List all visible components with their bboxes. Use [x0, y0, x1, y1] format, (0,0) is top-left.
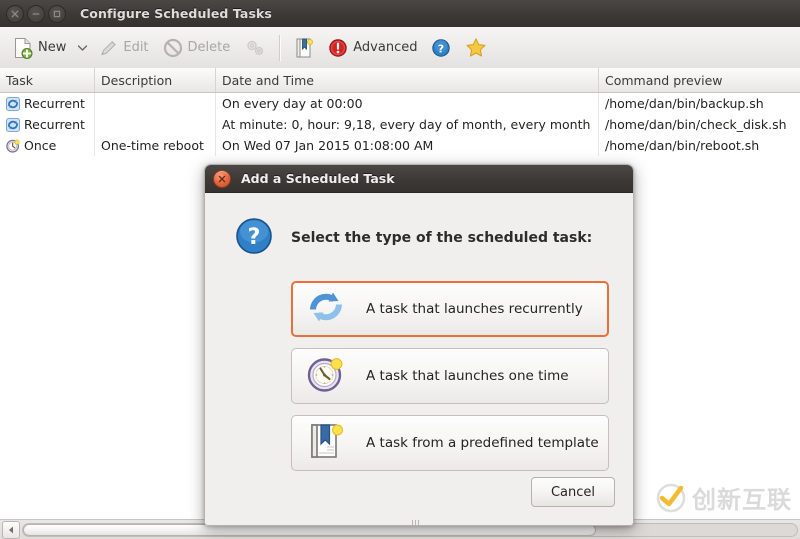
- close-icon: [218, 175, 226, 182]
- delete-task-label: Delete: [187, 40, 231, 55]
- dialog-prompt-row: ? Select the type of the scheduled task:: [205, 193, 633, 259]
- alert-circle-icon: [328, 38, 348, 58]
- recurrent-icon: [6, 96, 20, 111]
- cell-task-label: Recurrent: [24, 96, 85, 111]
- cell-description: One-time reboot: [95, 135, 216, 156]
- toolbar-separator: [279, 34, 282, 61]
- settings-gears-button[interactable]: [237, 31, 273, 65]
- svg-text:?: ?: [248, 225, 261, 250]
- column-header-description[interactable]: Description: [95, 68, 216, 92]
- cell-task-label: Recurrent: [24, 117, 85, 132]
- maximize-window-button[interactable]: [48, 4, 66, 23]
- new-task-button[interactable]: New: [6, 31, 73, 65]
- favorite-button[interactable]: [458, 31, 494, 65]
- dialog-prompt-text: Select the type of the scheduled task:: [291, 230, 593, 246]
- delete-task-button[interactable]: Delete: [156, 31, 238, 65]
- application-window: Configure Scheduled Tasks New Edit Delet…: [0, 0, 800, 539]
- close-icon: [11, 10, 19, 17]
- pencil-icon: [98, 38, 118, 58]
- column-header-datetime[interactable]: Date and Time: [216, 68, 599, 92]
- chevron-down-icon: [77, 44, 87, 51]
- cell-command: /home/dan/bin/check_disk.sh: [605, 117, 787, 132]
- help-button[interactable]: ?: [424, 31, 458, 65]
- column-header-command[interactable]: Command preview: [599, 68, 800, 92]
- option-recurrent-task[interactable]: A task that launches recurrently: [291, 281, 609, 337]
- edit-task-label: Edit: [123, 40, 149, 55]
- green-plus-badge: [21, 47, 33, 59]
- bookmark-template-icon: [294, 37, 314, 59]
- dialog-body: ? Select the type of the scheduled task:: [205, 193, 633, 525]
- cell-datetime: On Wed 07 Jan 2015 01:08:00 AM: [216, 135, 599, 156]
- once-clock-icon: [6, 139, 20, 153]
- svg-text:?: ?: [438, 42, 444, 55]
- cell-description: [95, 93, 216, 114]
- template-bookmark-icon: [306, 421, 346, 465]
- recurrent-arrows-icon: [306, 287, 346, 331]
- new-task-dropdown-button[interactable]: [73, 31, 91, 65]
- option-template-label: A task from a predefined template: [366, 435, 599, 451]
- table-header-row: Task Description Date and Time Command p…: [0, 68, 800, 93]
- question-circle-icon: ?: [235, 217, 273, 259]
- cell-datetime: On every day at 00:00: [216, 93, 599, 114]
- cell-task: Recurrent: [0, 93, 95, 114]
- window-titlebar: Configure Scheduled Tasks: [0, 0, 800, 28]
- new-document-icon: [13, 37, 33, 59]
- recurrent-icon: [6, 117, 20, 132]
- cell-datetime: At minute: 0, hour: 9,18, every day of m…: [216, 114, 599, 135]
- maximize-icon: [53, 10, 61, 17]
- table-row[interactable]: Recurrent On every day at 00:00 /home/da…: [0, 93, 800, 114]
- template-button[interactable]: [287, 31, 321, 65]
- help-circle-icon: ?: [431, 38, 451, 58]
- edit-task-button[interactable]: Edit: [91, 31, 155, 65]
- option-one-time-task[interactable]: A task that launches one time: [291, 348, 609, 404]
- dialog-titlebar: Add a Scheduled Task: [205, 165, 633, 193]
- dialog-footer: Cancel: [531, 477, 615, 507]
- window-controls: [6, 4, 66, 23]
- cell-command: /home/dan/bin/backup.sh: [605, 96, 764, 111]
- resize-grip[interactable]: [412, 519, 426, 525]
- minimize-icon: [32, 12, 40, 15]
- add-scheduled-task-dialog: Add a Scheduled Task ? Select the type o…: [204, 164, 634, 526]
- close-window-button[interactable]: [6, 4, 24, 23]
- triangle-left-icon: [9, 526, 13, 534]
- dialog-close-button[interactable]: [213, 169, 231, 188]
- cell-task: Once: [0, 135, 95, 156]
- star-icon: [465, 37, 487, 58]
- option-template-task[interactable]: A task from a predefined template: [291, 415, 609, 471]
- cell-task-label: Once: [24, 138, 57, 153]
- no-entry-icon: [163, 38, 183, 58]
- clock-icon: [306, 354, 346, 398]
- option-recurrent-label: A task that launches recurrently: [366, 301, 583, 317]
- advanced-label: Advanced: [353, 40, 418, 55]
- minimize-window-button[interactable]: [27, 4, 45, 23]
- cancel-button[interactable]: Cancel: [531, 477, 615, 507]
- table-row[interactable]: Once One-time reboot On Wed 07 Jan 2015 …: [0, 135, 800, 156]
- column-header-task[interactable]: Task: [0, 68, 95, 92]
- cell-task: Recurrent: [0, 114, 95, 135]
- option-one-time-label: A task that launches one time: [366, 368, 569, 384]
- dialog-title: Add a Scheduled Task: [241, 171, 395, 186]
- cell-command: /home/dan/bin/reboot.sh: [605, 138, 760, 153]
- task-type-options: A task that launches recurrently A task …: [291, 281, 633, 471]
- scroll-left-button[interactable]: [2, 521, 20, 539]
- gears-icon: [244, 38, 266, 58]
- window-title: Configure Scheduled Tasks: [80, 6, 272, 21]
- new-task-label: New: [38, 40, 67, 55]
- main-toolbar: New Edit Delete Advanced ?: [0, 27, 800, 69]
- cell-description: [95, 114, 216, 135]
- table-body: Recurrent On every day at 00:00 /home/da…: [0, 93, 800, 156]
- advanced-button[interactable]: Advanced: [321, 31, 424, 65]
- table-row[interactable]: Recurrent At minute: 0, hour: 9,18, ever…: [0, 114, 800, 135]
